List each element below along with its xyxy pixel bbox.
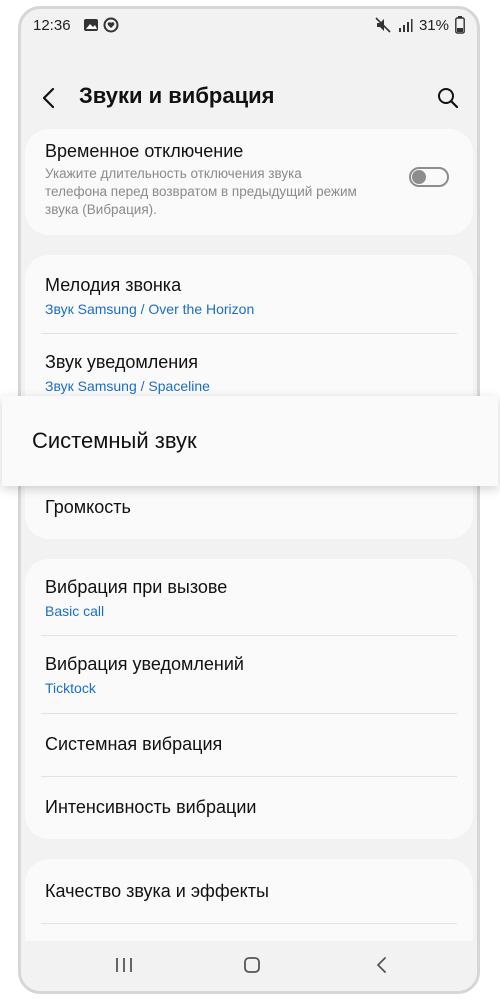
- status-bar: 12:36 31%: [21, 9, 477, 43]
- notification-vibration-title: Вибрация уведомлений: [45, 654, 244, 674]
- sound-quality-title: Качество звука и эффекты: [45, 881, 269, 901]
- temp-mute-toggle[interactable]: [409, 167, 449, 187]
- system-vibration-row[interactable]: Системная вибрация: [25, 714, 473, 776]
- call-vibration-title: Вибрация при вызове: [45, 577, 228, 597]
- notification-sound-title: Звук уведомления: [45, 352, 199, 372]
- volume-title: Громкость: [45, 497, 131, 517]
- signal-icon: [398, 19, 413, 32]
- gallery-icon: [84, 19, 98, 31]
- ringtone-row[interactable]: Мелодия звонка Звук Samsung / Over the H…: [25, 255, 473, 333]
- call-vibration-value: Basic call: [45, 603, 105, 619]
- status-time: 12:36: [33, 17, 71, 34]
- system-sound-row[interactable]: Системный звук: [2, 396, 498, 486]
- temp-mute-row[interactable]: Временное отключение Укажите длительност…: [25, 129, 473, 235]
- navigation-bar: [21, 941, 477, 991]
- vibration-card: Вибрация при вызове Basic call Вибрация …: [25, 559, 473, 839]
- health-icon: [103, 17, 119, 33]
- system-sound-title: Системный звук: [32, 428, 197, 453]
- home-icon[interactable]: [237, 953, 267, 977]
- battery-percent: 31%: [418, 16, 449, 34]
- temp-mute-card: Временное отключение Укажите длительност…: [25, 129, 473, 235]
- vibration-intensity-title: Интенсивность вибрации: [45, 797, 257, 817]
- temp-mute-description: Укажите длительность отключения звука те…: [45, 166, 357, 217]
- temp-mute-title: Временное отключение: [45, 141, 244, 161]
- app-header: Звуки и вибрация: [21, 69, 477, 129]
- sound-quality-row[interactable]: Качество звука и эффекты: [25, 859, 473, 923]
- ringtone-value: Звук Samsung / Over the Horizon: [45, 301, 255, 317]
- volume-row[interactable]: Громкость: [25, 485, 473, 535]
- call-vibration-row[interactable]: Вибрация при вызове Basic call: [25, 559, 473, 635]
- system-vibration-title: Системная вибрация: [45, 734, 223, 754]
- back-arrow-icon[interactable]: [35, 83, 63, 113]
- notification-sound-value: Звук Samsung / Spaceline: [45, 378, 210, 394]
- vibration-intensity-row[interactable]: Интенсивность вибрации: [25, 777, 473, 839]
- phone-screen: 12:36 31% Звуки и вибрация Временное отк…: [18, 6, 480, 994]
- search-icon[interactable]: [433, 83, 463, 113]
- toggle-knob: [412, 170, 426, 184]
- battery-icon: [455, 16, 465, 34]
- recent-apps-icon[interactable]: [109, 953, 139, 977]
- page-title: Звуки и вибрация: [79, 83, 275, 108]
- ringtone-title: Мелодия звонка: [45, 275, 182, 295]
- notification-vibration-row[interactable]: Вибрация уведомлений Ticktock: [25, 636, 473, 713]
- nav-back-icon[interactable]: [367, 953, 397, 977]
- divider: [41, 923, 457, 924]
- notification-vibration-value: Ticktock: [45, 680, 96, 696]
- mute-icon: [375, 17, 391, 33]
- status-right: 31%: [375, 16, 465, 34]
